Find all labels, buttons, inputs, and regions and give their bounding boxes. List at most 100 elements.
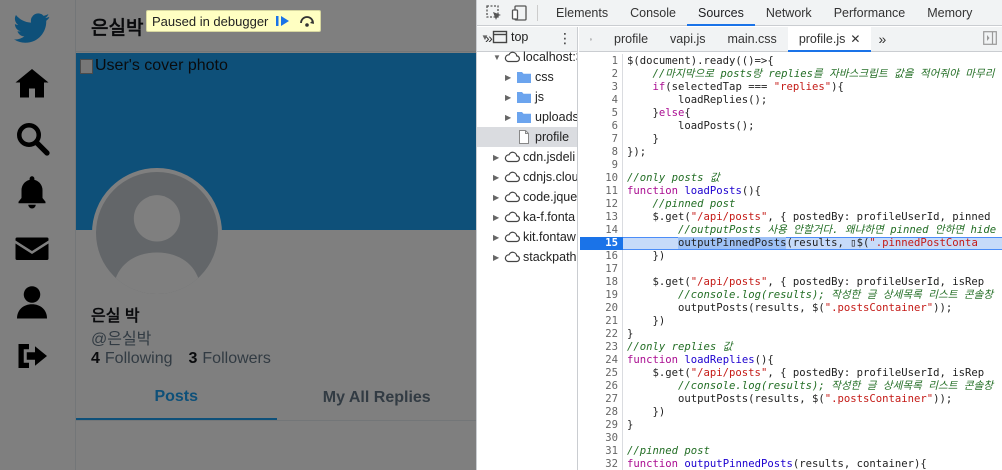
tree-item[interactable]: ▶ cdn.jsdeli xyxy=(477,147,575,167)
collapsed-arrow-icon[interactable]: ▶ xyxy=(493,233,501,242)
more-tabs-chevron-icon[interactable]: » xyxy=(871,27,893,52)
tree-item[interactable]: ▶ ka-f.fonta xyxy=(477,207,575,227)
cloud-icon xyxy=(504,170,520,184)
code-line: loadReplies(); xyxy=(627,94,768,106)
line-number[interactable]: 17 xyxy=(579,263,618,276)
code-line: } xyxy=(627,133,659,145)
folder-icon xyxy=(516,90,532,104)
tree-item[interactable]: ▶ cdnjs.clou xyxy=(477,167,577,187)
line-number[interactable]: 27 xyxy=(579,393,618,406)
editor-tab-main-css[interactable]: main.css xyxy=(716,27,787,52)
tree-item-label: localhost:3 xyxy=(523,50,578,64)
close-icon[interactable]: ✕ xyxy=(850,32,860,46)
line-number[interactable]: 4 xyxy=(579,94,618,107)
line-number[interactable]: 19 xyxy=(579,289,618,302)
code-line: }); xyxy=(627,146,647,158)
line-number[interactable]: 1 xyxy=(579,55,618,68)
line-number[interactable]: 10 xyxy=(579,172,618,185)
code-line: //only posts 값 xyxy=(627,172,720,184)
tab-performance[interactable]: Performance xyxy=(823,0,917,26)
code-line: }) xyxy=(627,250,666,262)
tree-item[interactable]: ▶ js xyxy=(477,87,544,107)
step-over-icon[interactable] xyxy=(298,13,316,29)
tab-memory[interactable]: Memory xyxy=(916,0,983,26)
line-number[interactable]: 32 xyxy=(579,458,618,470)
file-tree: ▼ top ▼ localhost:3 ▶ css ▶ js ▶ uploads profile ▶ c… xyxy=(477,27,578,470)
line-number[interactable]: 29 xyxy=(579,419,618,432)
line-number[interactable]: 6 xyxy=(579,120,618,133)
tree-item[interactable]: ▶ stackpath xyxy=(477,247,577,267)
line-number[interactable]: 22 xyxy=(579,328,618,341)
line-number[interactable]: 25 xyxy=(579,367,618,380)
toolbar-separator xyxy=(537,5,538,21)
tree-item-label: profile xyxy=(535,130,570,144)
collapsed-arrow-icon[interactable]: ▶ xyxy=(493,153,501,162)
tree-item[interactable]: profile xyxy=(477,127,577,147)
tree-item[interactable]: ▼ localhost:3 xyxy=(477,47,578,67)
tree-item-label: js xyxy=(535,90,545,104)
code-line: $(document).ready(()=>{ xyxy=(627,55,774,67)
collapsed-arrow-icon[interactable]: ▶ xyxy=(505,93,513,102)
tree-item[interactable]: ▼ top xyxy=(477,27,528,47)
file-icon xyxy=(516,130,532,144)
code-editor: profile vapi.js main.css profile.js ✕ » 1… xyxy=(579,27,1002,470)
tree-item[interactable]: ▶ kit.fontaw xyxy=(477,227,576,247)
device-toolbar-icon[interactable] xyxy=(511,4,529,22)
line-number-gutter[interactable]: 1 2 3 4 5 6 7 8 9 10 11 12 13 14 15 16 17 18 19 20 21 22 23 24 2… xyxy=(579,54,630,470)
toggle-navigator-icon[interactable] xyxy=(579,27,603,52)
inspect-element-icon[interactable] xyxy=(485,4,503,22)
tree-item[interactable]: ▶ uploads xyxy=(477,107,577,127)
code-line: //pinned post xyxy=(652,198,736,210)
toggle-debugger-icon[interactable] xyxy=(983,31,999,47)
line-number[interactable]: 9 xyxy=(579,159,618,172)
line-number[interactable]: 23 xyxy=(579,341,618,354)
line-number[interactable]: 12 xyxy=(579,198,618,211)
collapsed-arrow-icon[interactable]: ▶ xyxy=(493,253,501,262)
tab-sources[interactable]: Sources xyxy=(686,0,755,26)
cloud-icon xyxy=(504,50,520,64)
line-number[interactable]: 24 xyxy=(579,354,618,367)
tab-network[interactable]: Network xyxy=(755,0,823,26)
line-number[interactable]: 8 xyxy=(579,146,618,159)
line-number[interactable]: 2 xyxy=(579,68,618,81)
code-line: function outputPinnedPosts(results, cont… xyxy=(627,458,927,470)
expanded-arrow-icon[interactable]: ▼ xyxy=(481,33,489,42)
tree-item[interactable]: ▶ css xyxy=(477,67,554,87)
code-line: //only replies 값 xyxy=(627,341,733,353)
editor-tab-vapi[interactable]: vapi.js xyxy=(659,27,716,52)
line-number[interactable]: 16 xyxy=(579,250,618,263)
line-number[interactable]: 14 xyxy=(579,224,618,237)
line-number[interactable]: 5 xyxy=(579,107,618,120)
folder-icon xyxy=(516,70,532,84)
collapsed-arrow-icon[interactable]: ▶ xyxy=(493,193,501,202)
line-number[interactable]: 13 xyxy=(579,211,618,224)
code-line: //pinned post xyxy=(627,445,710,457)
tab-console[interactable]: Console xyxy=(619,0,687,26)
collapsed-arrow-icon[interactable]: ▶ xyxy=(493,213,501,222)
line-number[interactable]: 3 xyxy=(579,81,618,94)
line-number[interactable]: 28 xyxy=(579,406,618,419)
code-line: }) xyxy=(627,406,666,418)
code-line: }) xyxy=(627,315,666,327)
code-area[interactable]: 1 2 3 4 5 6 7 8 9 10 11 12 13 14 15 16 17 18 19 20 21 22 23 24 2… xyxy=(579,54,1002,470)
line-number[interactable]: 7 xyxy=(579,133,618,146)
line-number[interactable]: 30 xyxy=(579,432,618,445)
collapsed-arrow-icon[interactable]: ▶ xyxy=(505,73,513,82)
devtools-panel: Elements Console Sources Network Perform… xyxy=(476,0,1002,470)
resume-icon[interactable] xyxy=(274,13,292,29)
line-number[interactable]: 18 xyxy=(579,276,618,289)
line-number[interactable]: 20 xyxy=(579,302,618,315)
editor-tab-profile-js[interactable]: profile.js ✕ xyxy=(787,27,872,52)
line-number[interactable]: 21 xyxy=(579,315,618,328)
cloud-icon xyxy=(504,210,520,224)
collapsed-arrow-icon[interactable]: ▶ xyxy=(505,113,513,122)
line-number[interactable]: 26 xyxy=(579,380,618,393)
collapsed-arrow-icon[interactable]: ▶ xyxy=(493,173,501,182)
expanded-arrow-icon[interactable]: ▼ xyxy=(493,53,501,62)
code-line: $.get("/api/posts", { postedBy: profileU… xyxy=(627,276,985,288)
editor-tab-profile[interactable]: profile xyxy=(603,27,659,52)
line-number[interactable]: 11 xyxy=(579,185,618,198)
line-number[interactable]: 31 xyxy=(579,445,618,458)
tab-elements[interactable]: Elements xyxy=(545,0,619,26)
tree-item[interactable]: ▶ code.jque xyxy=(477,187,577,207)
